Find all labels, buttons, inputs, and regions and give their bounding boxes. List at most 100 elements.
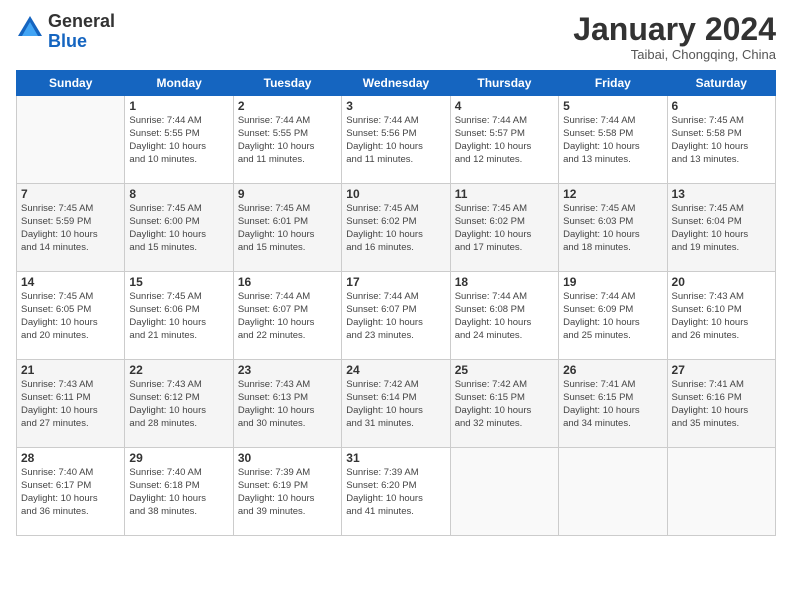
logo: General Blue <box>16 12 115 52</box>
day-info: Sunrise: 7:44 AM Sunset: 5:56 PM Dayligh… <box>346 115 445 166</box>
date-number: 23 <box>238 363 337 377</box>
week-row-1: 1 Sunrise: 7:44 AM Sunset: 5:55 PM Daylig… <box>17 96 776 184</box>
day-cell: 2 Sunrise: 7:44 AM Sunset: 5:55 PM Daylig… <box>233 96 341 184</box>
day-cell: 9Sunrise: 7:45 AM Sunset: 6:01 PM Daylig… <box>233 184 341 272</box>
date-number: 22 <box>129 363 228 377</box>
day-info: Sunrise: 7:45 AM Sunset: 6:04 PM Dayligh… <box>672 203 771 254</box>
column-header-tuesday: Tuesday <box>233 71 341 96</box>
day-cell: 6 Sunrise: 7:45 AM Sunset: 5:58 PM Daylig… <box>667 96 775 184</box>
day-cell <box>17 96 125 184</box>
day-cell: 18Sunrise: 7:44 AM Sunset: 6:08 PM Dayli… <box>450 272 558 360</box>
date-number: 14 <box>21 275 120 289</box>
day-cell: 31 Sunrise: 7:39 AM Sunset: 6:20 PM Dayli… <box>342 448 450 536</box>
day-cell: 26 Sunrise: 7:41 AM Sunset: 6:15 PM Dayli… <box>559 360 667 448</box>
day-info: Sunrise: 7:44 AM Sunset: 6:07 PM Dayligh… <box>346 291 445 342</box>
date-number: 11 <box>455 187 554 201</box>
date-number: 25 <box>455 363 554 377</box>
day-info: Sunrise: 7:39 AM Sunset: 6:20 PM Dayligh… <box>346 467 445 518</box>
date-number: 17 <box>346 275 445 289</box>
date-number: 13 <box>672 187 771 201</box>
date-number: 31 <box>346 451 445 465</box>
column-header-wednesday: Wednesday <box>342 71 450 96</box>
day-info: Sunrise: 7:40 AM Sunset: 6:17 PM Dayligh… <box>21 467 120 518</box>
date-number: 8 <box>129 187 228 201</box>
day-cell: 22 Sunrise: 7:43 AM Sunset: 6:12 PM Dayli… <box>125 360 233 448</box>
date-number: 2 <box>238 99 337 113</box>
date-number: 12 <box>563 187 662 201</box>
day-info: Sunrise: 7:44 AM Sunset: 6:09 PM Dayligh… <box>563 291 662 342</box>
day-info: Sunrise: 7:45 AM Sunset: 6:03 PM Dayligh… <box>563 203 662 254</box>
date-number: 18 <box>455 275 554 289</box>
calendar-page: General Blue January 2024 Taibai, Chongq… <box>0 0 792 612</box>
day-cell: 15Sunrise: 7:45 AM Sunset: 6:06 PM Dayli… <box>125 272 233 360</box>
day-info: Sunrise: 7:42 AM Sunset: 6:15 PM Dayligh… <box>455 379 554 430</box>
date-number: 30 <box>238 451 337 465</box>
day-info: Sunrise: 7:45 AM Sunset: 6:05 PM Dayligh… <box>21 291 120 342</box>
day-cell: 29Sunrise: 7:40 AM Sunset: 6:18 PM Dayli… <box>125 448 233 536</box>
day-info: Sunrise: 7:41 AM Sunset: 6:16 PM Dayligh… <box>672 379 771 430</box>
day-cell: 23 Sunrise: 7:43 AM Sunset: 6:13 PM Dayli… <box>233 360 341 448</box>
day-info: Sunrise: 7:45 AM Sunset: 6:02 PM Dayligh… <box>455 203 554 254</box>
day-cell: 24 Sunrise: 7:42 AM Sunset: 6:14 PM Dayli… <box>342 360 450 448</box>
day-info: Sunrise: 7:44 AM Sunset: 5:58 PM Dayligh… <box>563 115 662 166</box>
date-number: 1 <box>129 99 228 113</box>
column-header-thursday: Thursday <box>450 71 558 96</box>
date-number: 10 <box>346 187 445 201</box>
date-number: 20 <box>672 275 771 289</box>
day-cell: 5 Sunrise: 7:44 AM Sunset: 5:58 PM Daylig… <box>559 96 667 184</box>
day-cell: 27Sunrise: 7:41 AM Sunset: 6:16 PM Dayli… <box>667 360 775 448</box>
day-info: Sunrise: 7:41 AM Sunset: 6:15 PM Dayligh… <box>563 379 662 430</box>
day-cell <box>667 448 775 536</box>
date-number: 19 <box>563 275 662 289</box>
week-row-4: 21Sunrise: 7:43 AM Sunset: 6:11 PM Dayli… <box>17 360 776 448</box>
day-cell: 7Sunrise: 7:45 AM Sunset: 5:59 PM Daylig… <box>17 184 125 272</box>
day-cell: 12 Sunrise: 7:45 AM Sunset: 6:03 PM Dayli… <box>559 184 667 272</box>
date-number: 9 <box>238 187 337 201</box>
day-info: Sunrise: 7:39 AM Sunset: 6:19 PM Dayligh… <box>238 467 337 518</box>
day-info: Sunrise: 7:44 AM Sunset: 6:07 PM Dayligh… <box>238 291 337 342</box>
column-header-friday: Friday <box>559 71 667 96</box>
date-number: 5 <box>563 99 662 113</box>
day-cell: 20 Sunrise: 7:43 AM Sunset: 6:10 PM Dayli… <box>667 272 775 360</box>
day-cell: 10 Sunrise: 7:45 AM Sunset: 6:02 PM Dayli… <box>342 184 450 272</box>
day-info: Sunrise: 7:43 AM Sunset: 6:13 PM Dayligh… <box>238 379 337 430</box>
day-cell: 14 Sunrise: 7:45 AM Sunset: 6:05 PM Dayli… <box>17 272 125 360</box>
day-cell: 3 Sunrise: 7:44 AM Sunset: 5:56 PM Daylig… <box>342 96 450 184</box>
logo-text: General Blue <box>48 12 115 52</box>
day-cell: 28 Sunrise: 7:40 AM Sunset: 6:17 PM Dayli… <box>17 448 125 536</box>
logo-blue: Blue <box>48 32 115 52</box>
header: General Blue January 2024 Taibai, Chongq… <box>16 12 776 62</box>
calendar-table: SundayMondayTuesdayWednesdayThursdayFrid… <box>16 70 776 536</box>
date-number: 28 <box>21 451 120 465</box>
date-number: 7 <box>21 187 120 201</box>
day-info: Sunrise: 7:44 AM Sunset: 5:55 PM Dayligh… <box>238 115 337 166</box>
date-number: 3 <box>346 99 445 113</box>
day-info: Sunrise: 7:44 AM Sunset: 5:57 PM Dayligh… <box>455 115 554 166</box>
header-row: SundayMondayTuesdayWednesdayThursdayFrid… <box>17 71 776 96</box>
day-info: Sunrise: 7:44 AM Sunset: 5:55 PM Dayligh… <box>129 115 228 166</box>
day-cell: 8Sunrise: 7:45 AM Sunset: 6:00 PM Daylig… <box>125 184 233 272</box>
day-info: Sunrise: 7:42 AM Sunset: 6:14 PM Dayligh… <box>346 379 445 430</box>
day-info: Sunrise: 7:40 AM Sunset: 6:18 PM Dayligh… <box>129 467 228 518</box>
day-info: Sunrise: 7:45 AM Sunset: 6:06 PM Dayligh… <box>129 291 228 342</box>
day-info: Sunrise: 7:45 AM Sunset: 5:58 PM Dayligh… <box>672 115 771 166</box>
day-info: Sunrise: 7:43 AM Sunset: 6:11 PM Dayligh… <box>21 379 120 430</box>
date-number: 24 <box>346 363 445 377</box>
week-row-3: 14 Sunrise: 7:45 AM Sunset: 6:05 PM Dayli… <box>17 272 776 360</box>
day-info: Sunrise: 7:43 AM Sunset: 6:12 PM Dayligh… <box>129 379 228 430</box>
date-number: 6 <box>672 99 771 113</box>
column-header-sunday: Sunday <box>17 71 125 96</box>
day-cell: 16Sunrise: 7:44 AM Sunset: 6:07 PM Dayli… <box>233 272 341 360</box>
day-cell <box>450 448 558 536</box>
day-cell: 1 Sunrise: 7:44 AM Sunset: 5:55 PM Daylig… <box>125 96 233 184</box>
day-cell: 11 Sunrise: 7:45 AM Sunset: 6:02 PM Dayli… <box>450 184 558 272</box>
week-row-2: 7Sunrise: 7:45 AM Sunset: 5:59 PM Daylig… <box>17 184 776 272</box>
date-number: 26 <box>563 363 662 377</box>
day-cell: 13 Sunrise: 7:45 AM Sunset: 6:04 PM Dayli… <box>667 184 775 272</box>
day-info: Sunrise: 7:45 AM Sunset: 6:02 PM Dayligh… <box>346 203 445 254</box>
date-number: 4 <box>455 99 554 113</box>
week-row-5: 28 Sunrise: 7:40 AM Sunset: 6:17 PM Dayli… <box>17 448 776 536</box>
logo-general: General <box>48 12 115 32</box>
day-info: Sunrise: 7:43 AM Sunset: 6:10 PM Dayligh… <box>672 291 771 342</box>
column-header-monday: Monday <box>125 71 233 96</box>
